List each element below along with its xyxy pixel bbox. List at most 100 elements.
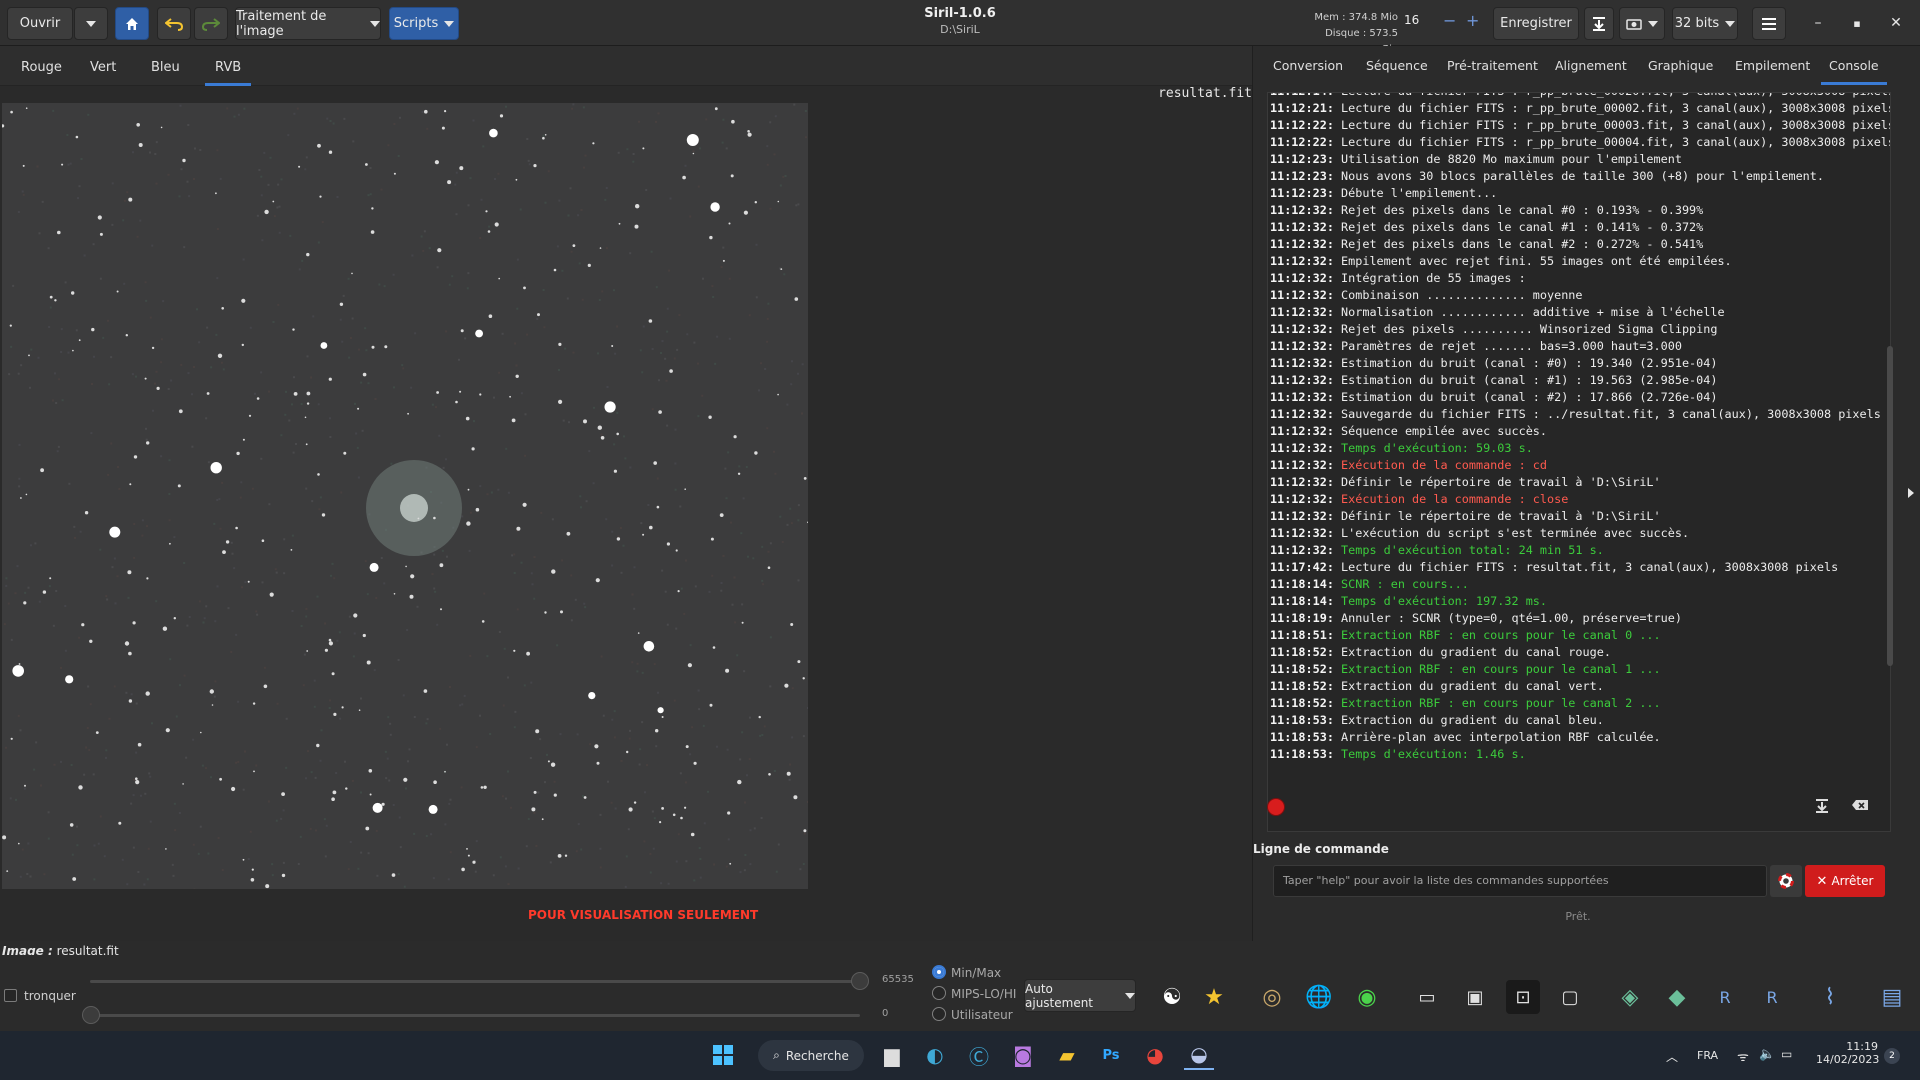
snapshot-button[interactable] [1619, 7, 1665, 40]
ccleaner-button[interactable]: Ⓒ [964, 1040, 994, 1070]
minimize-button[interactable]: – [1803, 10, 1833, 36]
clock[interactable]: 11:19 14/02/2023 [1816, 1040, 1879, 1066]
stretch-selector[interactable]: Auto ajustement [1024, 979, 1136, 1012]
console-line: 11:12:22: Lecture du fichier FITS : r_pp… [1268, 134, 1890, 151]
photoshop-button[interactable]: Ps [1096, 1040, 1126, 1070]
histogram-button[interactable]: ⌇ [1813, 980, 1847, 1014]
open-recent-dropdown[interactable] [74, 7, 108, 40]
threads-decrease-button[interactable]: − [1443, 11, 1456, 30]
wifi-icon[interactable]: ᯤ [1737, 1047, 1749, 1065]
help-button[interactable] [1770, 865, 1802, 897]
bit-depth-selector[interactable]: 32 bits [1672, 7, 1738, 40]
command-input[interactable]: Taper "help" pour avoir la liste des com… [1273, 865, 1767, 897]
high-slider-track[interactable] [90, 980, 860, 983]
noise-pixel [620, 759, 623, 762]
low-slider-track[interactable] [90, 1014, 860, 1017]
edge-button[interactable]: ◐ [920, 1040, 950, 1070]
noise-pixel [558, 199, 561, 202]
zoom-one-button[interactable]: ⊡ [1506, 980, 1540, 1014]
plate-solve-button[interactable]: 🌐 [1302, 980, 1336, 1014]
noise-pixel [160, 338, 163, 341]
tab-plot[interactable]: Graphique [1648, 58, 1713, 73]
mirror-x-button[interactable]: R [1708, 980, 1742, 1014]
record-button[interactable] [1267, 798, 1285, 816]
noise-pixel [502, 704, 505, 707]
star [362, 372, 367, 377]
tab-preprocessing[interactable]: Pré-traitement [1447, 58, 1538, 73]
star [741, 621, 744, 624]
start-button[interactable] [708, 1040, 738, 1070]
language-indicator[interactable]: FRA [1697, 1049, 1718, 1062]
tab-rgb[interactable]: RVB [204, 60, 252, 86]
stop-button[interactable]: ✕ Arrêter [1805, 865, 1885, 897]
statistics-button[interactable]: ▤ [1875, 980, 1909, 1014]
photometry-button[interactable]: ◉ [1350, 980, 1384, 1014]
star [428, 804, 438, 814]
battery-icon[interactable]: ▭ [1781, 1047, 1792, 1061]
star [247, 580, 250, 583]
volume-icon[interactable]: 🔈 [1759, 1047, 1775, 1062]
crop-checkbox[interactable] [4, 989, 17, 1002]
zoom-out-button[interactable]: ▭ [1410, 980, 1444, 1014]
console-line: 11:12:32: Séquence empilée avec succès. [1268, 423, 1890, 440]
color-map-button[interactable]: ★ [1197, 980, 1231, 1014]
console-scrollbar[interactable] [1887, 346, 1893, 666]
undo-button[interactable] [157, 7, 191, 40]
rotate-right-button[interactable]: ◆ [1660, 980, 1694, 1014]
high-slider-handle[interactable] [851, 972, 869, 990]
threads-increase-button[interactable]: + [1466, 11, 1479, 30]
noise-pixel [722, 554, 725, 557]
astro-image[interactable] [2, 103, 808, 889]
tab-conversion[interactable]: Conversion [1273, 58, 1343, 73]
redo-button[interactable] [194, 7, 228, 40]
tab-red[interactable]: Rouge [21, 60, 62, 75]
open-button[interactable]: Ouvrir [7, 7, 73, 40]
panel-toggle-strip[interactable] [1902, 46, 1920, 941]
noise-pixel [173, 536, 176, 539]
maximize-button[interactable]: ▪ [1842, 10, 1872, 36]
scripts-menu[interactable]: Scripts [389, 7, 459, 40]
noise-pixel [78, 636, 81, 639]
low-slider-handle[interactable] [82, 1006, 100, 1024]
save-as-button[interactable] [1584, 7, 1614, 40]
threads-value[interactable]: 16 [1404, 13, 1419, 27]
notification-badge[interactable]: 2 [1884, 1048, 1900, 1064]
taskbar-search[interactable]: ⌕ Recherche [758, 1040, 864, 1071]
clear-log-button[interactable] [1851, 799, 1869, 815]
tab-green[interactable]: Vert [90, 60, 116, 75]
zoom-fit-button[interactable]: ▣ [1458, 980, 1492, 1014]
mirror-y-button[interactable]: R [1755, 980, 1789, 1014]
tab-stacking[interactable]: Empilement [1735, 58, 1810, 73]
console-log[interactable]: 11:12:14: Lecture du fichier FITS : r_pp… [1267, 92, 1891, 832]
image-processing-menu[interactable]: Traitement de l'image [235, 7, 381, 40]
task-view-button[interactable]: ▆ [877, 1040, 907, 1070]
negative-view-button[interactable]: ☯ [1155, 980, 1189, 1014]
tab-console[interactable]: Console [1821, 58, 1887, 85]
close-button[interactable]: ✕ [1881, 10, 1911, 36]
radio-minmax[interactable] [932, 965, 946, 979]
image-viewer[interactable]: resultat.fit POUR VISUALISATION SEULEMEN… [0, 86, 1252, 941]
explorer-button[interactable]: ▰ [1052, 1040, 1082, 1070]
siril-taskbar-button[interactable]: ◒ [1184, 1040, 1214, 1070]
radio-user[interactable] [932, 1007, 946, 1021]
save-button[interactable]: Enregistrer [1493, 7, 1579, 40]
noise-pixel [423, 230, 426, 233]
radio-mips[interactable] [932, 986, 946, 1000]
tab-blue[interactable]: Bleu [151, 60, 180, 75]
noise-pixel [249, 326, 252, 329]
annotate-button[interactable]: ◎ [1255, 980, 1289, 1014]
zoom-in-button[interactable]: ▢ [1553, 980, 1587, 1014]
tray-chevron-icon[interactable]: ︿ [1666, 1048, 1678, 1065]
chrome-button[interactable]: ◕ [1140, 1040, 1170, 1070]
home-button[interactable] [115, 7, 149, 40]
save-log-button[interactable] [1815, 798, 1829, 818]
main-menu-button[interactable] [1752, 7, 1786, 40]
camera-app-button[interactable]: ◙ [1008, 1040, 1038, 1070]
noise-pixel [769, 636, 772, 639]
rotate-left-button[interactable]: ◈ [1613, 980, 1647, 1014]
star [132, 621, 136, 625]
tab-sequence[interactable]: Séquence [1366, 58, 1428, 73]
noise-pixel [297, 863, 300, 865]
tab-registration[interactable]: Alignement [1555, 58, 1627, 73]
noise-pixel [579, 495, 582, 498]
